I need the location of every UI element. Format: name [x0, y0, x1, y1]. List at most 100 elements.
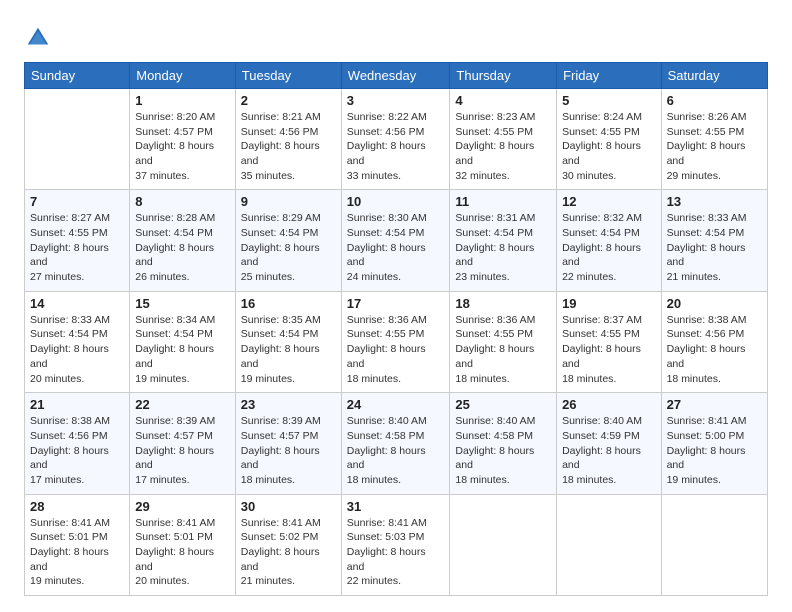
week-row: 1Sunrise: 8:20 AMSunset: 4:57 PMDaylight… [25, 89, 768, 190]
day-info: Sunrise: 8:34 AMSunset: 4:54 PMDaylight:… [135, 313, 230, 386]
day-info: Sunrise: 8:35 AMSunset: 4:54 PMDaylight:… [241, 313, 336, 386]
weekday-header: Tuesday [235, 63, 341, 89]
day-info: Sunrise: 8:22 AMSunset: 4:56 PMDaylight:… [347, 110, 445, 183]
calendar-cell: 30 Sunrise: 8:41 AMSunset: 5:02 PMDayligh… [235, 494, 341, 595]
day-info: Sunrise: 8:41 AMSunset: 5:02 PMDaylight:… [241, 516, 336, 589]
day-number: 12 [562, 194, 656, 209]
calendar-cell: 23 Sunrise: 8:39 AMSunset: 4:57 PMDayligh… [235, 393, 341, 494]
day-info: Sunrise: 8:27 AMSunset: 4:55 PMDaylight:… [30, 211, 124, 284]
day-number: 31 [347, 499, 445, 514]
calendar-cell: 2 Sunrise: 8:21 AMSunset: 4:56 PMDaylight… [235, 89, 341, 190]
week-row: 14 Sunrise: 8:33 AMSunset: 4:54 PMDayligh… [25, 291, 768, 392]
day-number: 13 [667, 194, 762, 209]
weekday-header: Thursday [450, 63, 557, 89]
day-info: Sunrise: 8:30 AMSunset: 4:54 PMDaylight:… [347, 211, 445, 284]
weekday-header: Monday [130, 63, 236, 89]
day-info: Sunrise: 8:21 AMSunset: 4:56 PMDaylight:… [241, 110, 336, 183]
logo-icon [24, 24, 52, 52]
day-info: Sunrise: 8:28 AMSunset: 4:54 PMDaylight:… [135, 211, 230, 284]
day-number: 6 [667, 93, 762, 108]
calendar-cell [557, 494, 662, 595]
day-number: 18 [455, 296, 551, 311]
calendar-cell: 16 Sunrise: 8:35 AMSunset: 4:54 PMDayligh… [235, 291, 341, 392]
calendar-cell: 5 Sunrise: 8:24 AMSunset: 4:55 PMDaylight… [557, 89, 662, 190]
calendar-cell: 22 Sunrise: 8:39 AMSunset: 4:57 PMDayligh… [130, 393, 236, 494]
day-number: 19 [562, 296, 656, 311]
calendar-cell: 27Sunrise: 8:41 AMSunset: 5:00 PMDayligh… [661, 393, 767, 494]
day-info: Sunrise: 8:36 AMSunset: 4:55 PMDaylight:… [455, 313, 551, 386]
day-info: Sunrise: 8:20 AMSunset: 4:57 PMDaylight:… [135, 110, 230, 183]
day-info: Sunrise: 8:41 AMSunset: 5:03 PMDaylight:… [347, 516, 445, 589]
calendar-cell: 18 Sunrise: 8:36 AMSunset: 4:55 PMDayligh… [450, 291, 557, 392]
calendar-table: SundayMondayTuesdayWednesdayThursdayFrid… [24, 62, 768, 596]
calendar-cell: 3 Sunrise: 8:22 AMSunset: 4:56 PMDaylight… [341, 89, 450, 190]
calendar-cell: 29Sunrise: 8:41 AMSunset: 5:01 PMDayligh… [130, 494, 236, 595]
day-info: Sunrise: 8:24 AMSunset: 4:55 PMDaylight:… [562, 110, 656, 183]
day-number: 10 [347, 194, 445, 209]
day-number: 20 [667, 296, 762, 311]
calendar-cell: 19 Sunrise: 8:37 AMSunset: 4:55 PMDayligh… [557, 291, 662, 392]
day-info: Sunrise: 8:36 AMSunset: 4:55 PMDaylight:… [347, 313, 445, 386]
calendar-cell: 14 Sunrise: 8:33 AMSunset: 4:54 PMDayligh… [25, 291, 130, 392]
calendar-cell: 31 Sunrise: 8:41 AMSunset: 5:03 PMDayligh… [341, 494, 450, 595]
weekday-header: Wednesday [341, 63, 450, 89]
day-number: 23 [241, 397, 336, 412]
calendar-cell: 26Sunrise: 8:40 AMSunset: 4:59 PMDayligh… [557, 393, 662, 494]
day-info: Sunrise: 8:40 AMSunset: 4:58 PMDaylight:… [347, 414, 445, 487]
weekday-header: Sunday [25, 63, 130, 89]
day-info: Sunrise: 8:32 AMSunset: 4:54 PMDaylight:… [562, 211, 656, 284]
day-number: 2 [241, 93, 336, 108]
calendar-cell: 13Sunrise: 8:33 AMSunset: 4:54 PMDayligh… [661, 190, 767, 291]
day-info: Sunrise: 8:41 AMSunset: 5:01 PMDaylight:… [30, 516, 124, 589]
weekday-header: Friday [557, 63, 662, 89]
day-number: 30 [241, 499, 336, 514]
header [24, 20, 768, 52]
calendar-cell [661, 494, 767, 595]
week-row: 7 Sunrise: 8:27 AMSunset: 4:55 PMDaylight… [25, 190, 768, 291]
day-number: 28 [30, 499, 124, 514]
calendar-cell: 20 Sunrise: 8:38 AMSunset: 4:56 PMDayligh… [661, 291, 767, 392]
day-number: 9 [241, 194, 336, 209]
day-info: Sunrise: 8:31 AMSunset: 4:54 PMDaylight:… [455, 211, 551, 284]
day-info: Sunrise: 8:40 AMSunset: 4:59 PMDaylight:… [562, 414, 656, 487]
week-row: 28 Sunrise: 8:41 AMSunset: 5:01 PMDayligh… [25, 494, 768, 595]
page: SundayMondayTuesdayWednesdayThursdayFrid… [0, 0, 792, 612]
day-info: Sunrise: 8:39 AMSunset: 4:57 PMDaylight:… [241, 414, 336, 487]
calendar-cell: 12 Sunrise: 8:32 AMSunset: 4:54 PMDayligh… [557, 190, 662, 291]
day-number: 25 [455, 397, 551, 412]
logo [24, 24, 54, 52]
day-number: 22 [135, 397, 230, 412]
calendar-cell: 21Sunrise: 8:38 AMSunset: 4:56 PMDayligh… [25, 393, 130, 494]
weekday-header-row: SundayMondayTuesdayWednesdayThursdayFrid… [25, 63, 768, 89]
day-number: 17 [347, 296, 445, 311]
day-info: Sunrise: 8:29 AMSunset: 4:54 PMDaylight:… [241, 211, 336, 284]
day-info: Sunrise: 8:33 AMSunset: 4:54 PMDaylight:… [30, 313, 124, 386]
day-number: 14 [30, 296, 124, 311]
day-info: Sunrise: 8:41 AMSunset: 5:00 PMDaylight:… [667, 414, 762, 487]
week-row: 21Sunrise: 8:38 AMSunset: 4:56 PMDayligh… [25, 393, 768, 494]
day-number: 4 [455, 93, 551, 108]
weekday-header: Saturday [661, 63, 767, 89]
calendar-cell: 8 Sunrise: 8:28 AMSunset: 4:54 PMDaylight… [130, 190, 236, 291]
day-info: Sunrise: 8:39 AMSunset: 4:57 PMDaylight:… [135, 414, 230, 487]
calendar-cell: 17 Sunrise: 8:36 AMSunset: 4:55 PMDayligh… [341, 291, 450, 392]
day-info: Sunrise: 8:23 AMSunset: 4:55 PMDaylight:… [455, 110, 551, 183]
day-number: 21 [30, 397, 124, 412]
calendar-cell [450, 494, 557, 595]
day-number: 16 [241, 296, 336, 311]
calendar-cell: 6 Sunrise: 8:26 AMSunset: 4:55 PMDaylight… [661, 89, 767, 190]
day-number: 15 [135, 296, 230, 311]
calendar-cell: 7 Sunrise: 8:27 AMSunset: 4:55 PMDaylight… [25, 190, 130, 291]
day-info: Sunrise: 8:26 AMSunset: 4:55 PMDaylight:… [667, 110, 762, 183]
day-number: 3 [347, 93, 445, 108]
day-number: 5 [562, 93, 656, 108]
day-number: 24 [347, 397, 445, 412]
calendar-cell: 28 Sunrise: 8:41 AMSunset: 5:01 PMDayligh… [25, 494, 130, 595]
day-info: Sunrise: 8:37 AMSunset: 4:55 PMDaylight:… [562, 313, 656, 386]
day-number: 7 [30, 194, 124, 209]
calendar-cell: 10 Sunrise: 8:30 AMSunset: 4:54 PMDayligh… [341, 190, 450, 291]
day-info: Sunrise: 8:38 AMSunset: 4:56 PMDaylight:… [667, 313, 762, 386]
calendar-cell: 24 Sunrise: 8:40 AMSunset: 4:58 PMDayligh… [341, 393, 450, 494]
calendar-cell: 25Sunrise: 8:40 AMSunset: 4:58 PMDayligh… [450, 393, 557, 494]
day-number: 8 [135, 194, 230, 209]
